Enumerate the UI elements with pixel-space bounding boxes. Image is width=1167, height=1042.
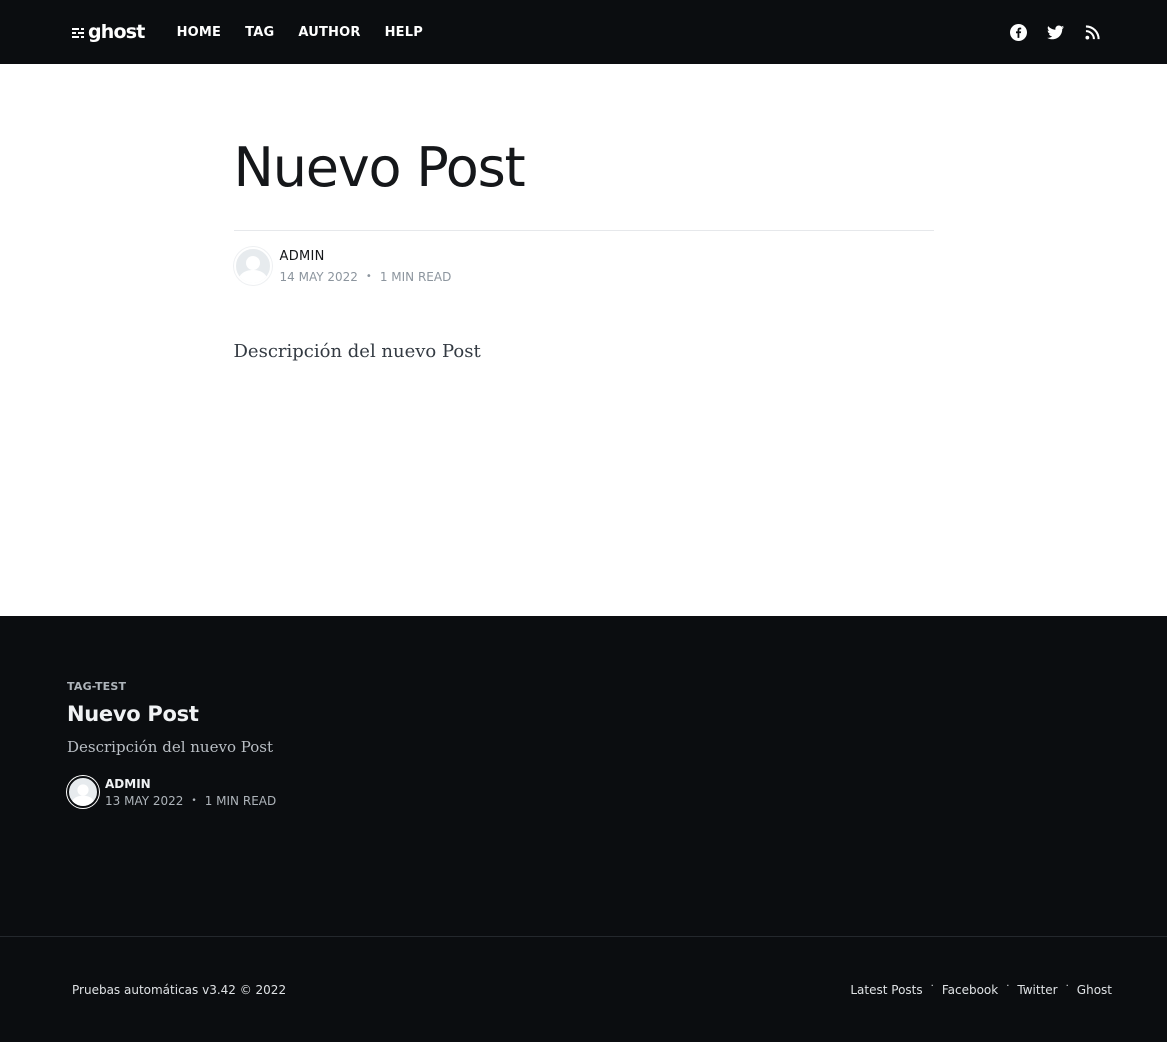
meta-dot: • [191,795,197,806]
article: Nuevo Post ADMIN 14 MAY 2022 • 1 MIN REA… [233,64,934,616]
facebook-icon[interactable] [1009,23,1027,41]
copyright: Pruebas automáticas v3.42 © 2022 [72,982,287,997]
read-next-byline: ADMIN 13 MAY 2022 • 1 MIN READ [67,776,1100,808]
read-next-reading-time: 1 MIN READ [204,793,277,808]
read-next-meta: ADMIN 13 MAY 2022 • 1 MIN READ [105,777,276,808]
site-logo[interactable]: ghost [72,21,145,43]
twitter-icon[interactable] [1046,23,1064,41]
reading-time: 1 MIN READ [379,269,452,284]
user-icon [71,784,95,806]
post-meta: 14 MAY 2022 • 1 MIN READ [280,270,452,284]
post-content: Descripción del nuevo Post [233,341,481,363]
footer-link-ghost[interactable]: Ghost [1077,983,1112,997]
footer-link-latest-posts[interactable]: Latest Posts [850,983,922,997]
nav-item-help[interactable]: HELP [373,25,435,40]
footer-separator: · [930,981,934,992]
post-title: Nuevo Post [233,136,526,199]
read-next-date: 13 MAY 2022 [105,793,184,808]
logo-text: ghost [88,21,145,43]
title-divider [233,230,934,232]
read-next-title[interactable]: Nuevo Post [67,702,1100,726]
footer-link-facebook[interactable]: Facebook [942,983,998,997]
read-next-metaline: 13 MAY 2022 • 1 MIN READ [105,794,276,808]
nav-item-author[interactable]: AUTHOR [286,25,372,40]
read-next-author-avatar[interactable] [67,776,99,808]
main-nav: HOME TAG AUTHOR HELP [165,25,435,40]
read-next-section: TAG-TEST Nuevo Post Descripción del nuev… [0,616,1167,936]
read-next-excerpt[interactable]: Descripción del nuevo Post [67,738,1100,756]
author-avatar[interactable] [233,247,272,286]
post-byline: ADMIN 14 MAY 2022 • 1 MIN READ [233,247,934,286]
footer-nav: Latest Posts · Facebook · Twitter · Ghos… [850,981,1112,997]
site-header: ghost HOME TAG AUTHOR HELP [0,0,1167,64]
social-links [1009,23,1101,41]
footer-link-twitter[interactable]: Twitter [1017,983,1057,997]
footer-separator: · [1065,981,1069,992]
byline-meta: ADMIN 14 MAY 2022 • 1 MIN READ [280,249,452,284]
nav-item-home[interactable]: HOME [165,25,234,40]
site-footer: Pruebas automáticas v3.42 © 2022 Latest … [0,936,1167,1042]
rss-icon[interactable] [1083,23,1101,41]
ghost-logo-icon [72,28,84,38]
footer-separator: · [1006,981,1010,992]
user-icon [237,256,268,284]
author-name[interactable]: ADMIN [280,249,452,264]
read-next-author[interactable]: ADMIN [105,777,276,791]
read-next-tag[interactable]: TAG-TEST [67,680,1100,693]
meta-dot: • [365,271,372,283]
nav-item-tag[interactable]: TAG [233,25,286,40]
post-date: 14 MAY 2022 [279,269,358,284]
